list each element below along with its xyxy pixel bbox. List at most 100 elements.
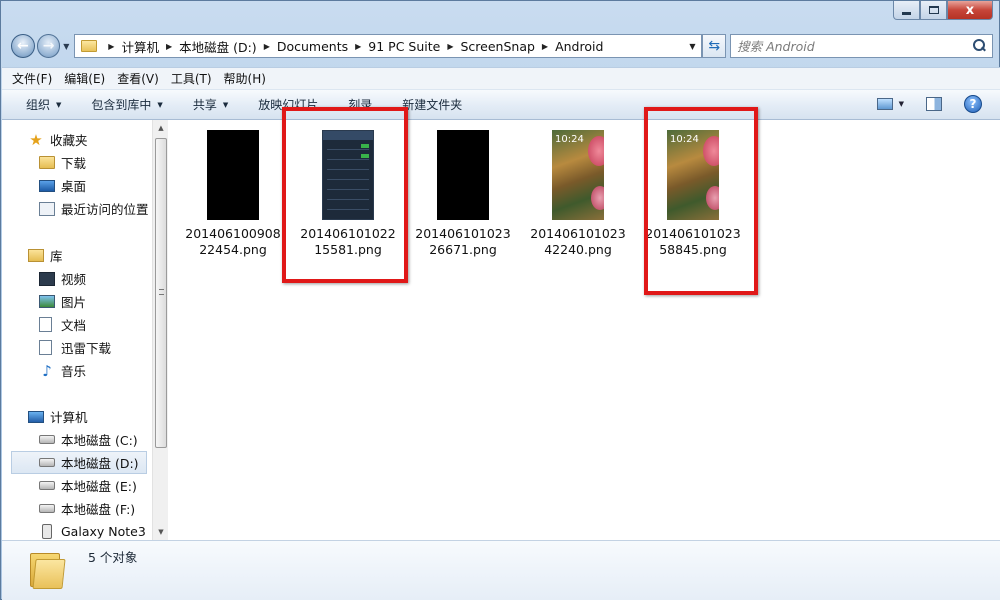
sidebar-item-computer[interactable]: 计算机 [2,405,152,428]
menu-edit[interactable]: 编辑(E) [64,70,105,87]
chevron-right-icon[interactable]: ▶ [542,42,548,51]
minimize-icon [902,11,911,15]
breadcrumb-drive-d[interactable]: 本地磁盘 (D:) [179,37,257,56]
phone-icon [42,524,52,539]
thumbnail-clock: 10:24 [555,134,584,145]
chevron-down-icon[interactable]: ▼ [899,100,904,108]
sidebar-item-music[interactable]: ♪ 音乐 [2,359,152,382]
favorites-group: ★ 收藏夹 下载 桌面 最近访问的位置 [2,128,152,220]
drive-icon [39,481,55,490]
forward-button[interactable]: → [36,34,61,58]
status-bar: 5 个对象 [2,540,1000,600]
sidebar-item-pictures[interactable]: 图片 [2,290,152,313]
search-icon[interactable] [972,39,986,53]
file-item[interactable]: 20140610090822454.png [178,130,288,258]
chevron-down-icon: ▼ [63,41,70,51]
video-icon [39,271,55,286]
help-icon[interactable]: ? [964,95,982,113]
address-dropdown-button[interactable]: ▼ [683,35,701,57]
scroll-up-icon[interactable]: ▲ [153,120,169,136]
computer-icon [28,410,44,423]
drive-icon [39,458,55,467]
sidebar-item-drive-c[interactable]: 本地磁盘 (C:) [2,428,152,451]
search-box[interactable] [730,34,993,58]
scroll-down-icon[interactable]: ▼ [153,524,169,540]
sidebar-item-downloads[interactable]: 下载 [2,151,152,174]
organize-button[interactable]: 组织 ▼ [26,96,61,113]
change-view-icon[interactable] [876,98,893,110]
breadcrumb-android[interactable]: Android [555,39,603,54]
sidebar-item-documents[interactable]: 文档 [2,313,152,336]
chevron-right-icon[interactable]: ▶ [447,42,453,51]
chevron-right-icon[interactable]: ▶ [264,42,270,51]
recent-places-icon [39,201,55,216]
recent-pages-button[interactable]: ▼ [60,42,72,51]
folder-icon [30,549,66,589]
command-bar: 组织 ▼ 包含到库中 ▼ 共享 ▼ 放映幻灯片 刻录 新建文件夹 ▼ ? [2,89,1000,120]
desktop-icon [39,179,55,192]
sidebar-item-desktop[interactable]: 桌面 [2,174,152,197]
arrow-left-icon: ← [16,38,29,54]
document-icon [39,317,52,332]
arrow-right-icon: → [42,38,55,54]
address-bar[interactable]: ▶ 计算机 ▶ 本地磁盘 (D:) ▶ Documents ▶ 91 PC Su… [74,34,703,58]
sidebar-item-drive-e[interactable]: 本地磁盘 (E:) [2,474,152,497]
sidebar-item-thunder-downloads[interactable]: 迅雷下载 [2,336,152,359]
close-button[interactable]: x [947,1,993,20]
image-thumbnail [207,130,259,220]
preview-pane-icon[interactable] [926,97,942,111]
file-name: 20140610090822454.png [185,226,281,257]
menu-help[interactable]: 帮助(H) [224,70,266,87]
system-drive-icon [39,435,55,444]
scrollbar-thumb[interactable] [155,138,167,448]
menu-file[interactable]: 文件(F) [12,70,52,87]
view-controls: ▼ ? [876,95,982,113]
share-button[interactable]: 共享 ▼ [193,96,228,113]
explorer-window: x ← → ▼ ▶ 计算机 ▶ 本地磁盘 (D:) ▶ Documents ▶ … [0,0,1000,600]
minimize-button[interactable] [893,1,920,20]
refresh-icon: ⇆ [708,38,721,54]
include-in-library-button[interactable]: 包含到库中 ▼ [91,96,162,113]
downloads-folder-icon [39,156,55,169]
breadcrumb-screensnap[interactable]: ScreenSnap [460,39,534,54]
sidebar-scrollbar[interactable]: ▲ ▼ [152,120,168,540]
chevron-right-icon[interactable]: ▶ [166,42,172,51]
sidebar-item-videos[interactable]: 视频 [2,267,152,290]
sidebar-item-libraries[interactable]: 库 [2,244,152,267]
chevron-down-icon: ▼ [222,100,229,109]
folder-icon [81,40,98,52]
breadcrumb-documents[interactable]: Documents [277,39,348,54]
refresh-button[interactable]: ⇆ [702,34,727,58]
grip-icon [159,289,164,295]
caption-buttons: x [893,1,993,21]
breadcrumb-91-pc-suite[interactable]: 91 PC Suite [368,39,440,54]
sidebar-item-recent-places[interactable]: 最近访问的位置 [2,197,152,220]
item-count: 5 个对象 [88,550,138,565]
sidebar-item-drive-d[interactable]: 本地磁盘 (D:) [11,451,147,474]
sidebar-item-drive-f[interactable]: 本地磁盘 (F:) [2,497,152,520]
file-item[interactable]: 20140610102326671.png [408,130,518,258]
back-button[interactable]: ← [11,34,35,58]
file-name: 20140610102326671.png [415,226,511,257]
sidebar-item-favorites[interactable]: ★ 收藏夹 [2,128,152,151]
navigation-pane: ★ 收藏夹 下载 桌面 最近访问的位置 库 视频 图片 文档 迅雷下载 ♪ 音乐… [2,120,152,540]
music-note-icon: ♪ [42,361,52,380]
chevron-down-icon: ▼ [157,100,163,109]
menu-tools[interactable]: 工具(T) [171,70,212,87]
file-item[interactable]: 10:24 20140610102342240.png [523,130,633,258]
new-folder-button[interactable]: 新建文件夹 [402,96,462,113]
chevron-right-icon: ▶ [108,41,115,51]
libraries-group: 库 视频 图片 文档 迅雷下载 ♪ 音乐 [2,244,152,382]
search-input[interactable] [737,38,958,54]
chevron-right-icon[interactable]: ▶ [355,42,361,51]
menu-bar: 文件(F) 编辑(E) 查看(V) 工具(T) 帮助(H) [2,67,1000,89]
chevron-down-icon: ▼ [689,41,696,51]
image-thumbnail [437,130,489,220]
drive-icon [39,504,55,513]
breadcrumb-computer[interactable]: 计算机 [121,37,159,56]
content-area: ★ 收藏夹 下载 桌面 最近访问的位置 库 视频 图片 文档 迅雷下载 ♪ 音乐… [2,107,1000,540]
menu-view[interactable]: 查看(V) [117,70,159,87]
sidebar-item-galaxy-note3[interactable]: Galaxy Note3 [2,520,152,540]
maximize-button[interactable] [920,1,947,20]
star-icon: ★ [29,130,43,149]
